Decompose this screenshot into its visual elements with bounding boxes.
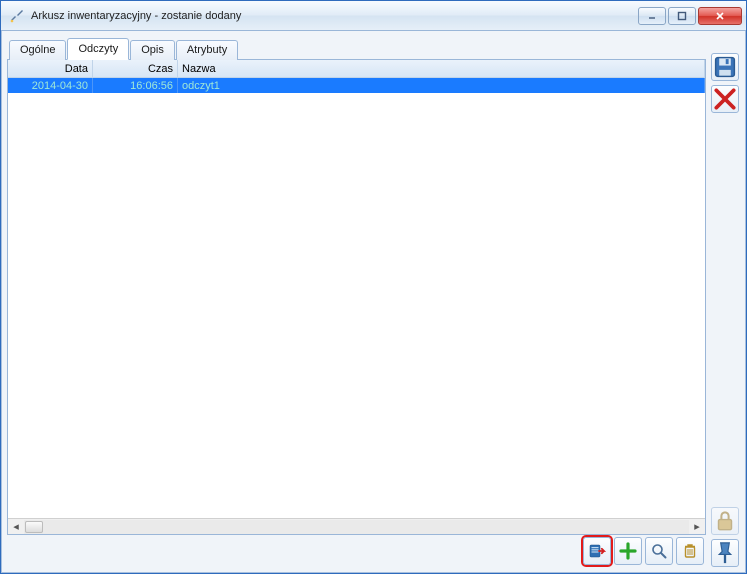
delete-button[interactable] — [676, 537, 704, 565]
cell-name: odczyt1 — [178, 78, 705, 93]
tab-atrybuty[interactable]: Atrybuty — [176, 40, 238, 60]
grid-header: Data Czas Nazwa — [8, 60, 705, 78]
tab-ogolne[interactable]: Ogólne — [9, 40, 66, 60]
minimize-button[interactable] — [638, 7, 666, 25]
window: Arkusz inwentaryzacyjny - zostanie dodan… — [0, 0, 747, 574]
maximize-button[interactable] — [668, 7, 696, 25]
tab-odczyty[interactable]: Odczyty — [67, 38, 129, 60]
scroll-right-icon[interactable]: ▸ — [689, 520, 705, 534]
client-area: Ogólne Odczyty Opis Atrybuty Data Czas N… — [1, 31, 746, 573]
cell-date: 2014-04-30 — [8, 78, 93, 93]
cancel-button[interactable] — [711, 85, 739, 113]
scroll-track[interactable] — [24, 520, 689, 534]
grid-row[interactable]: 2014-04-30 16:06:56 odczyt1 — [8, 78, 705, 93]
main-area: Ogólne Odczyty Opis Atrybuty Data Czas N… — [7, 37, 706, 567]
cell-time: 16:06:56 — [93, 78, 178, 93]
scroll-left-icon[interactable]: ◂ — [8, 520, 24, 534]
open-button[interactable] — [583, 537, 611, 565]
lock-button[interactable] — [711, 507, 739, 535]
scroll-thumb[interactable] — [25, 521, 43, 533]
tab-opis[interactable]: Opis — [130, 40, 175, 60]
column-header-time[interactable]: Czas — [93, 60, 178, 77]
pin-button[interactable] — [711, 539, 739, 567]
bottom-toolbar — [7, 535, 706, 567]
app-icon — [9, 8, 25, 24]
horizontal-scrollbar[interactable]: ◂ ▸ — [8, 518, 705, 534]
add-button[interactable] — [614, 537, 642, 565]
column-header-name[interactable]: Nazwa — [178, 60, 705, 77]
tab-page-odczyty: Data Czas Nazwa 2014-04-30 16:06:56 odcz… — [7, 59, 706, 535]
window-title: Arkusz inwentaryzacyjny - zostanie dodan… — [31, 10, 638, 22]
window-buttons — [638, 7, 742, 25]
column-header-date[interactable]: Data — [8, 60, 93, 77]
search-button[interactable] — [645, 537, 673, 565]
titlebar: Arkusz inwentaryzacyjny - zostanie dodan… — [1, 1, 746, 31]
grid-body[interactable]: 2014-04-30 16:06:56 odczyt1 — [8, 78, 705, 518]
close-button[interactable] — [698, 7, 742, 25]
tab-bar: Ogólne Odczyty Opis Atrybuty — [7, 37, 706, 59]
side-toolbar — [710, 37, 740, 567]
save-button[interactable] — [711, 53, 739, 81]
